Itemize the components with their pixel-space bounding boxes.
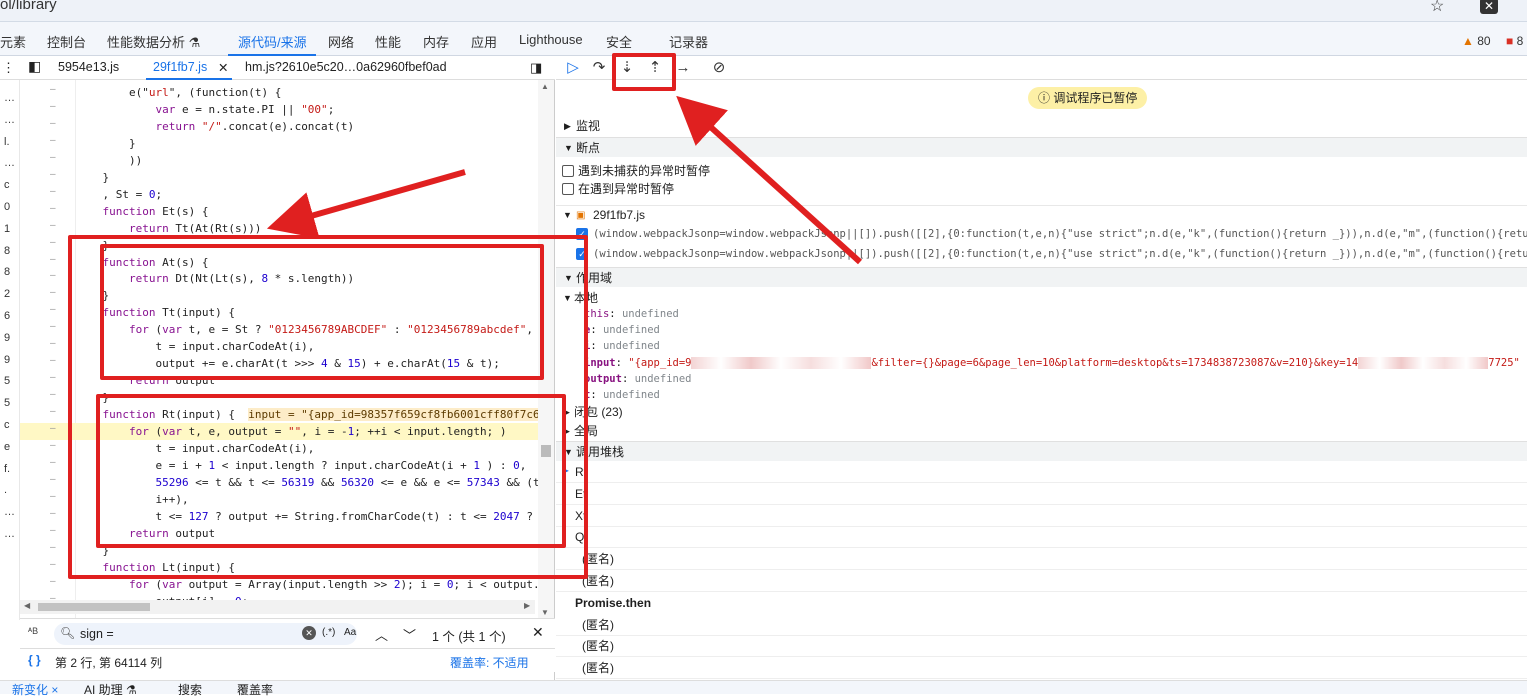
arrow-to-step-buttons <box>676 95 863 265</box>
arrow-to-et-function <box>266 169 466 239</box>
annotation-arrows <box>266 95 863 265</box>
